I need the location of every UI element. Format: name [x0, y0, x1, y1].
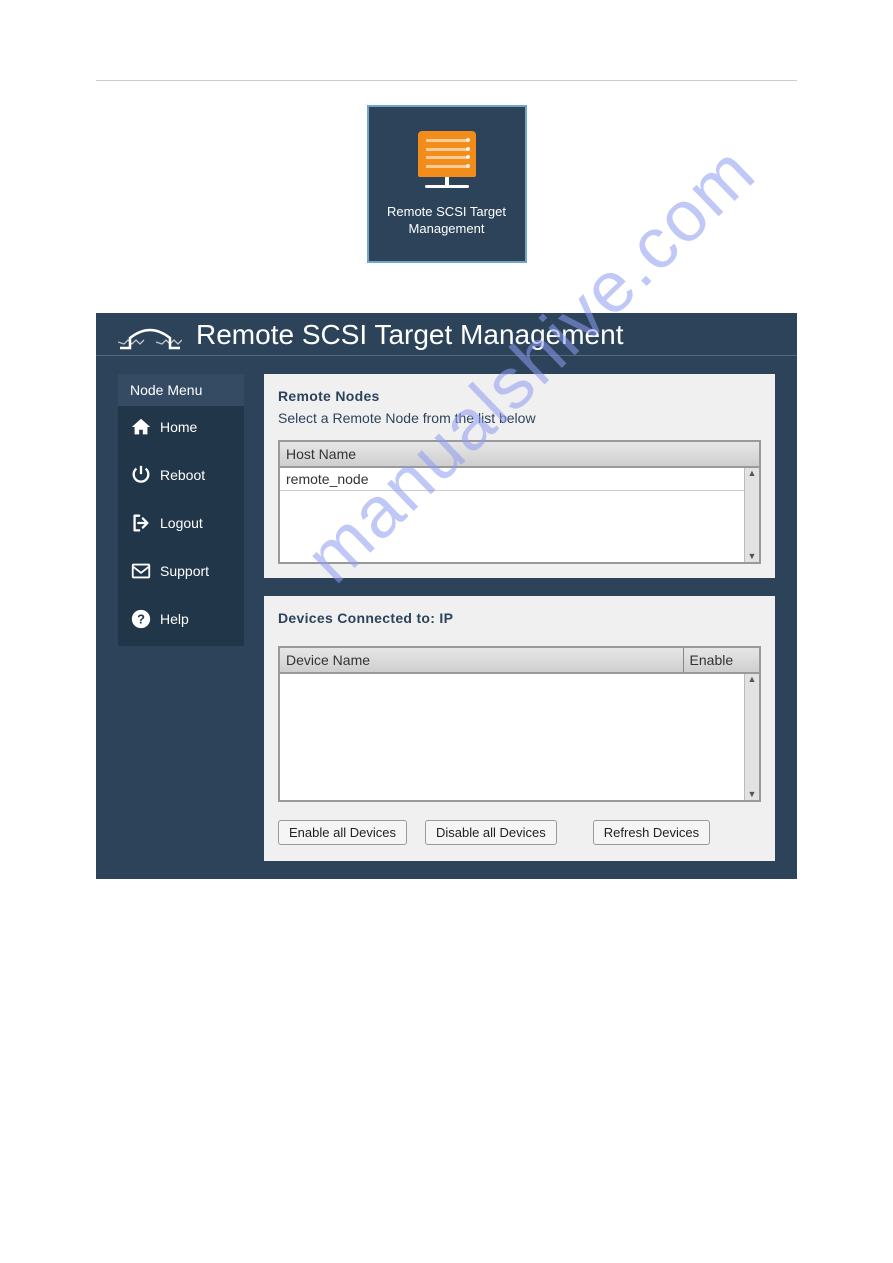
help-icon: ?	[130, 608, 152, 630]
column-host-name: Host Name	[279, 441, 760, 467]
main-panel: Remote Nodes Select a Remote Node from t…	[264, 374, 775, 861]
tile-container: Remote SCSI Target Management	[0, 105, 893, 263]
app-window: Remote SCSI Target Management Node Menu …	[96, 313, 797, 879]
devices-title: Devices Connected to: IP	[278, 610, 761, 626]
tile-label: Remote SCSI Target Management	[377, 204, 517, 238]
sidebar-item-label: Help	[160, 611, 189, 627]
devices-header-table: Device Name Enable	[278, 646, 761, 674]
logout-icon	[130, 512, 152, 534]
disable-all-button[interactable]: Disable all Devices	[425, 820, 557, 845]
refresh-devices-button[interactable]: Refresh Devices	[593, 820, 710, 845]
scrollbar[interactable]: ▲ ▼	[744, 674, 759, 800]
sidebar-item-label: Home	[160, 419, 197, 435]
server-icon	[417, 131, 477, 188]
devices-list: ▲ ▼	[278, 674, 761, 802]
remote-nodes-title: Remote Nodes	[278, 388, 761, 404]
remote-nodes-header-table: Host Name	[278, 440, 761, 468]
remote-scsi-tile[interactable]: Remote SCSI Target Management	[367, 105, 527, 263]
app-header: Remote SCSI Target Management	[96, 313, 797, 356]
sidebar-title: Node Menu	[118, 374, 244, 406]
sidebar-item-help[interactable]: ? Help	[118, 598, 244, 646]
scroll-up-icon[interactable]: ▲	[748, 674, 757, 685]
envelope-icon	[130, 560, 152, 582]
scroll-up-icon[interactable]: ▲	[748, 468, 757, 479]
page-divider	[96, 80, 797, 81]
sidebar-item-reboot[interactable]: Reboot	[118, 454, 244, 502]
sidebar-item-logout[interactable]: Logout	[118, 502, 244, 550]
sidebar-item-label: Logout	[160, 515, 203, 531]
power-icon	[130, 464, 152, 486]
enable-all-button[interactable]: Enable all Devices	[278, 820, 407, 845]
remote-nodes-list: remote_node ▲ ▼	[278, 468, 761, 564]
scroll-down-icon[interactable]: ▼	[748, 789, 757, 800]
page-title: Remote SCSI Target Management	[196, 319, 623, 351]
sidebar-item-label: Support	[160, 563, 209, 579]
sidebar-item-home[interactable]: Home	[118, 406, 244, 454]
remote-node-row[interactable]: remote_node	[280, 468, 744, 491]
bridge-logo-icon	[118, 320, 182, 350]
column-enable: Enable	[683, 647, 760, 673]
svg-text:?: ?	[137, 612, 145, 627]
scrollbar[interactable]: ▲ ▼	[744, 468, 759, 562]
home-icon	[130, 416, 152, 438]
column-device-name: Device Name	[279, 647, 683, 673]
sidebar-item-label: Reboot	[160, 467, 205, 483]
scroll-down-icon[interactable]: ▼	[748, 551, 757, 562]
sidebar: Node Menu Home Reboot Logout	[118, 374, 244, 646]
sidebar-item-support[interactable]: Support	[118, 550, 244, 598]
remote-nodes-subtitle: Select a Remote Node from the list below	[278, 410, 761, 426]
